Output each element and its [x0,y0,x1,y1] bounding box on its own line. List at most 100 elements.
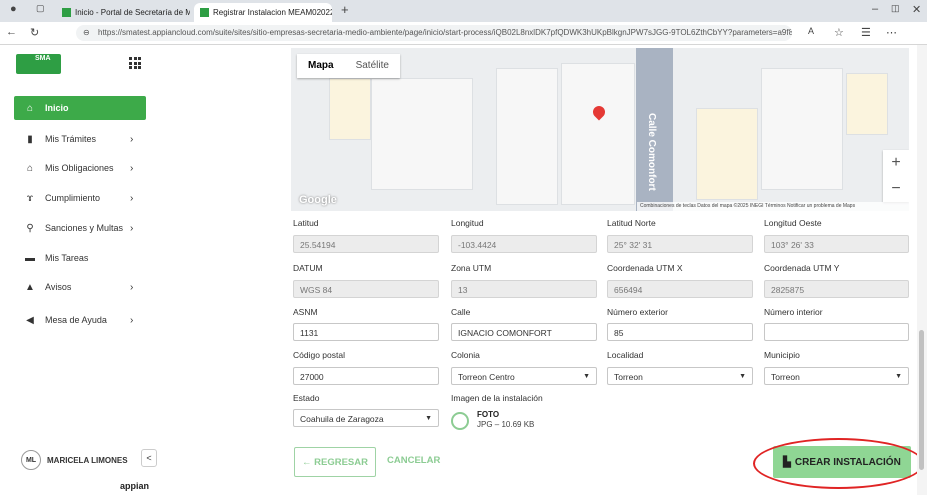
localidad-value: Torreon [614,372,643,382]
back-button[interactable]: ← REGRESAR [294,447,376,477]
window-close-icon[interactable]: ✕ [912,3,921,16]
municipio-value: Torreon [771,372,800,382]
tab-label: Inicio - Portal de Secretaría de M [75,8,190,17]
utm-y-field: 2825875 [764,280,909,298]
sma-logo[interactable]: SMA [16,54,61,74]
chevron-down-icon: ▼ [425,415,432,422]
google-logo: Google [299,194,337,206]
colonia-value: Torreon Centro [458,372,515,382]
utm-x-label: Coordenada UTM X [607,263,683,273]
imagen-label: Imagen de la instalación [451,393,543,403]
highlight-ellipse [753,438,924,489]
chevron-down-icon: ▼ [739,373,746,380]
municipio-label: Municipio [764,350,800,360]
file-info: JPG – 10.69 KB [477,420,535,429]
browser-tab-bar: ● ▢ Inicio - Portal de Secretaría de M ✕… [0,0,927,22]
sidebar-item-label: Avisos [45,282,72,292]
map-block [696,108,758,200]
sidebar-item-label: Sanciones y Multas [45,223,124,233]
map-block [846,73,888,135]
restore-icon[interactable]: ◫ [891,3,900,14]
collapse-sidebar-button[interactable]: < [141,449,157,467]
chevron-right-icon: › [130,222,134,234]
map[interactable]: Calle Comonfort Mapa Satélite + − Google… [291,48,909,211]
sidebar-item-mis-tramites[interactable]: ▮ Mis Trámites › [14,128,146,150]
more-icon[interactable]: ⋯ [886,26,897,39]
document-icon: ▮ [27,133,33,145]
cancel-button[interactable]: CANCELAR [387,455,440,466]
chevron-down-icon: ▼ [895,373,902,380]
latitud-norte-field: 25° 32' 31 [607,235,753,253]
longitud-label: Longitud [451,218,484,228]
scrollbar[interactable] [917,45,927,495]
localidad-label: Localidad [607,350,644,360]
tab-inicio[interactable]: Inicio - Portal de Secretaría de M ✕ [56,3,190,22]
sidebar-item-mis-tareas[interactable]: ▬ Mis Tareas [14,247,146,269]
logo-text: SMA [35,55,51,62]
asnm-input[interactable]: 1131 [293,323,439,341]
municipio-select[interactable]: Torreon ▼ [764,367,909,385]
street-label: Calle Comonfort [646,113,657,191]
cp-input[interactable]: 27000 [293,367,439,385]
localidad-select[interactable]: Torreon ▼ [607,367,753,385]
appian-logo: appian [120,481,150,491]
latitud-label: Latitud [293,218,319,228]
search-person-icon: ⚲ [26,222,34,234]
utm-x-field: 656494 [607,280,753,298]
briefcase-icon: ▬ [25,252,35,264]
user-profile[interactable]: ML MARICELA LIMONES [21,450,128,470]
sidebar-item-mesa-ayuda[interactable]: ◀ Mesa de Ayuda › [14,309,146,331]
warning-icon: ▲ [25,281,35,293]
apps-grid-icon[interactable] [129,57,141,69]
map-block [561,63,635,205]
chevron-right-icon: › [130,192,134,204]
num-int-input[interactable] [764,323,909,341]
home-icon: ⌂ [26,102,34,114]
colonia-label: Colonia [451,350,480,360]
estado-select[interactable]: Coahuila de Zaragoza ▼ [293,409,439,427]
tab-actions-icon[interactable]: ▢ [36,3,45,14]
new-tab-button[interactable]: + [341,2,349,17]
back-icon[interactable]: ← [6,26,17,38]
latitud-field: 25.54194 [293,235,439,253]
chevron-right-icon: › [130,133,134,145]
longitud-oeste-label: Longitud Oeste [764,218,822,228]
tab-satellite[interactable]: Satélite [345,54,400,78]
zona-utm-label: Zona UTM [451,263,492,273]
calle-label: Calle [451,307,471,317]
read-aloud-icon[interactable]: A [808,26,814,36]
map-type-control: Mapa Satélite [297,54,400,78]
sidebar-item-mis-obligaciones[interactable]: ⌂ Mis Obligaciones › [14,157,146,179]
tab-map[interactable]: Mapa [297,54,345,78]
asnm-label: ASNM [293,307,318,317]
map-block [496,68,558,205]
chevron-down-icon: ▼ [583,373,590,380]
favorites-bar-icon[interactable]: ☰ [861,26,871,39]
profile-icon[interactable]: ● [10,3,17,15]
file-title[interactable]: FOTO [477,410,499,419]
datum-field: WGS 84 [293,280,439,298]
scrollbar-thumb[interactable] [919,330,924,470]
colonia-select[interactable]: Torreon Centro ▼ [451,367,597,385]
num-ext-input[interactable]: 85 [607,323,753,341]
estado-value: Coahuila de Zaragoza [300,414,384,424]
sidebar-item-inicio[interactable]: ⌂ Inicio [14,96,146,120]
map-attribution[interactable]: Combinaciones de teclas Datos del mapa ©… [637,202,909,211]
sidebar-item-avisos[interactable]: ▲ Avisos › [14,276,146,298]
url-input[interactable]: ⊖ https://smatest.appiancloud.com/suite/… [76,25,792,41]
utm-y-label: Coordenada UTM Y [764,263,840,273]
longitud-oeste-field: 103° 26' 33 [764,235,909,253]
favorite-icon[interactable]: ☆ [834,26,844,39]
calle-input[interactable]: IGNACIO COMONFORT [451,323,597,341]
estado-label: Estado [293,393,320,403]
reload-icon[interactable]: ↻ [30,26,39,39]
sidebar-item-cumplimiento[interactable]: ɤ Cumplimiento › [14,187,146,209]
tab-registrar[interactable]: Registrar Instalacion MEAM02022 ✕ [194,3,332,22]
longitud-field: -103.4424 [451,235,597,253]
zoom-out-button[interactable]: − [883,176,909,202]
zoom-in-button[interactable]: + [883,150,909,176]
award-icon: ɤ [26,192,34,204]
minimize-icon[interactable]: – [872,3,878,15]
map-block [371,78,473,190]
sidebar-item-sanciones[interactable]: ⚲ Sanciones y Multas › [14,217,146,239]
